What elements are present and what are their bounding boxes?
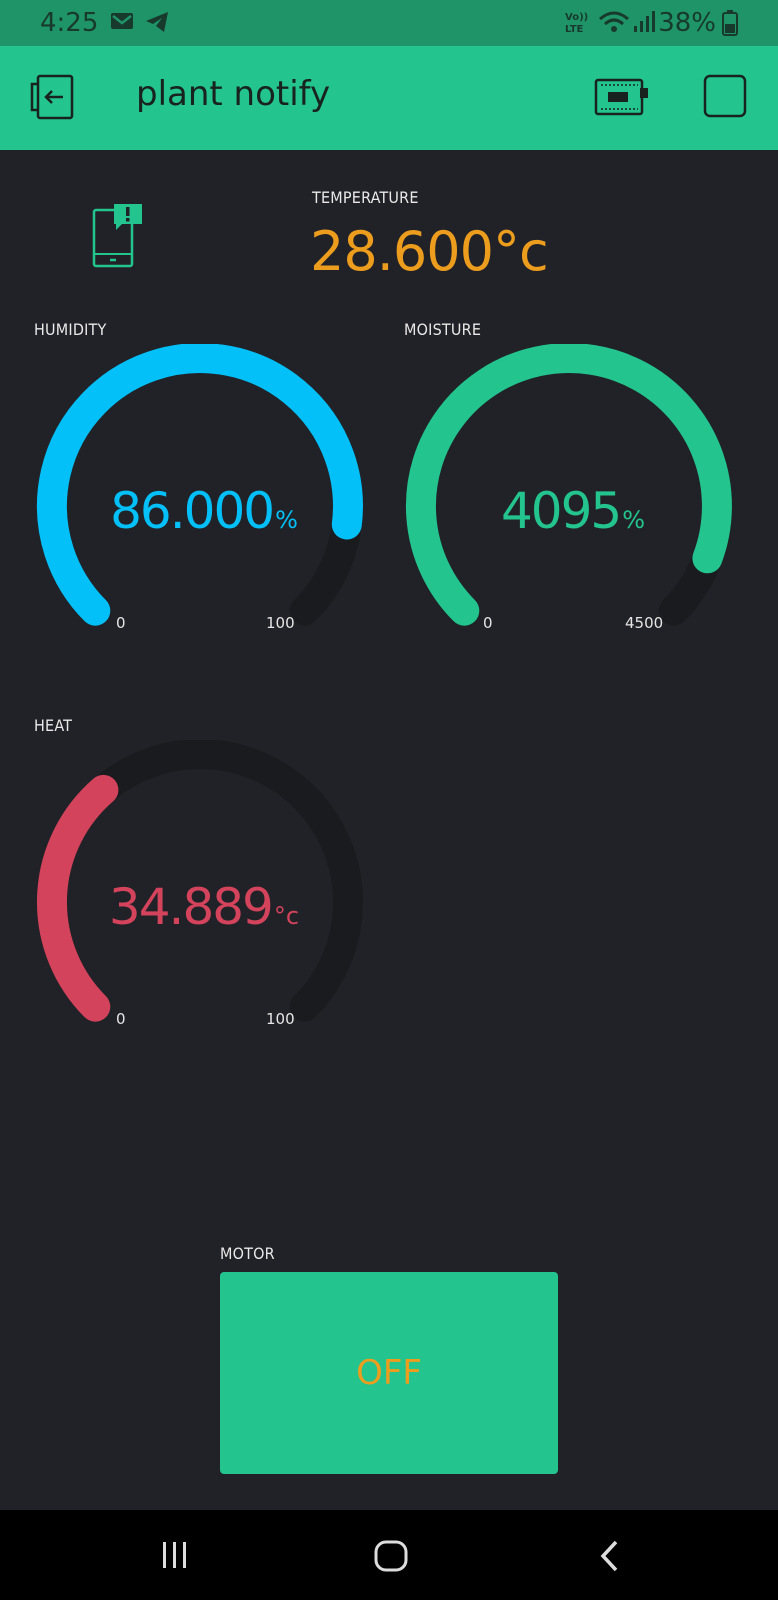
heat-label: HEAT: [34, 716, 73, 735]
heat-value-number: 34.889: [108, 878, 274, 936]
status-time: 4:25: [40, 8, 99, 38]
moisture-max: 4500: [625, 614, 664, 632]
heat-value: 34.889°c: [34, 878, 374, 936]
humidity-label: HUMIDITY: [34, 320, 107, 339]
status-bar: 4:25 Vo)) LTE 38%: [0, 0, 778, 46]
heat-min: 0: [116, 1010, 126, 1028]
humidity-value-number: 86.000: [110, 482, 275, 540]
app-bar: plant notify: [0, 46, 778, 150]
wifi-icon: [598, 10, 630, 38]
volte-icon: Vo)) LTE: [563, 9, 589, 39]
moisture-label: MOISTURE: [404, 320, 482, 339]
humidity-value: 86.000%: [34, 482, 374, 540]
battery-icon: [722, 10, 738, 40]
motor-state: OFF: [356, 1353, 422, 1393]
moisture-unit: %: [622, 506, 646, 534]
heat-max: 100: [266, 1010, 295, 1028]
device-icon[interactable]: [594, 76, 650, 122]
moisture-value: 4095%: [403, 482, 743, 540]
moisture-value-number: 4095: [500, 482, 622, 540]
home-icon[interactable]: [374, 1540, 408, 1576]
heat-unit: °c: [273, 902, 300, 930]
svg-text:Vo)): Vo)): [565, 12, 588, 23]
phone-notification-icon[interactable]: [90, 202, 146, 272]
app-title: plant notify: [136, 74, 331, 114]
moisture-gauge: 4095% 0 4500: [403, 344, 743, 644]
moisture-min: 0: [483, 614, 493, 632]
humidity-min: 0: [116, 614, 126, 632]
temperature-label: TEMPERATURE: [312, 188, 419, 207]
telegram-icon: [144, 10, 170, 38]
exit-icon[interactable]: [30, 74, 78, 126]
motor-button[interactable]: OFF: [220, 1272, 558, 1474]
stop-icon[interactable]: [703, 74, 747, 122]
humidity-unit: %: [275, 506, 298, 534]
gmail-icon: [110, 10, 134, 36]
battery-percent: 38%: [658, 8, 716, 38]
back-icon[interactable]: [598, 1540, 622, 1576]
temperature-value: 28.600°c: [310, 220, 549, 283]
recents-icon[interactable]: [160, 1540, 190, 1574]
humidity-gauge: 86.000% 0 100: [34, 344, 374, 644]
humidity-max: 100: [266, 614, 295, 632]
svg-text:LTE: LTE: [565, 24, 584, 35]
heat-gauge: 34.889°c 0 100: [34, 740, 374, 1040]
signal-icon: [632, 10, 656, 38]
nav-bar: [0, 1510, 778, 1600]
motor-label: MOTOR: [220, 1244, 275, 1263]
